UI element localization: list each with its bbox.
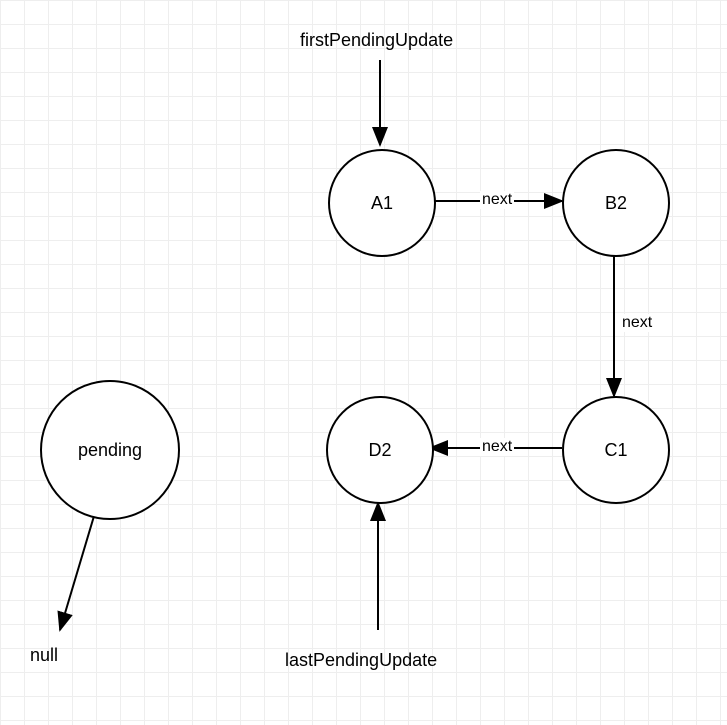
node-b2: B2 (562, 149, 670, 257)
node-b2-label: B2 (605, 193, 627, 214)
node-a1-label: A1 (371, 193, 393, 214)
node-pending-label: pending (78, 440, 142, 461)
edge-label-a1-b2: next (480, 191, 514, 209)
diagram-canvas: firstPendingUpdate lastPendingUpdate nul… (0, 0, 727, 725)
node-d2: D2 (326, 396, 434, 504)
label-null: null (30, 645, 58, 666)
label-first-pending-update: firstPendingUpdate (300, 30, 453, 51)
edge-label-c1-d2: next (480, 438, 514, 456)
node-pending: pending (40, 380, 180, 520)
edges-layer (0, 0, 727, 725)
edge-pending-null (60, 506, 97, 630)
node-d2-label: D2 (368, 440, 391, 461)
label-last-pending-update: lastPendingUpdate (285, 650, 437, 671)
edge-label-b2-c1: next (620, 314, 654, 332)
node-c1: C1 (562, 396, 670, 504)
node-a1: A1 (328, 149, 436, 257)
node-c1-label: C1 (604, 440, 627, 461)
